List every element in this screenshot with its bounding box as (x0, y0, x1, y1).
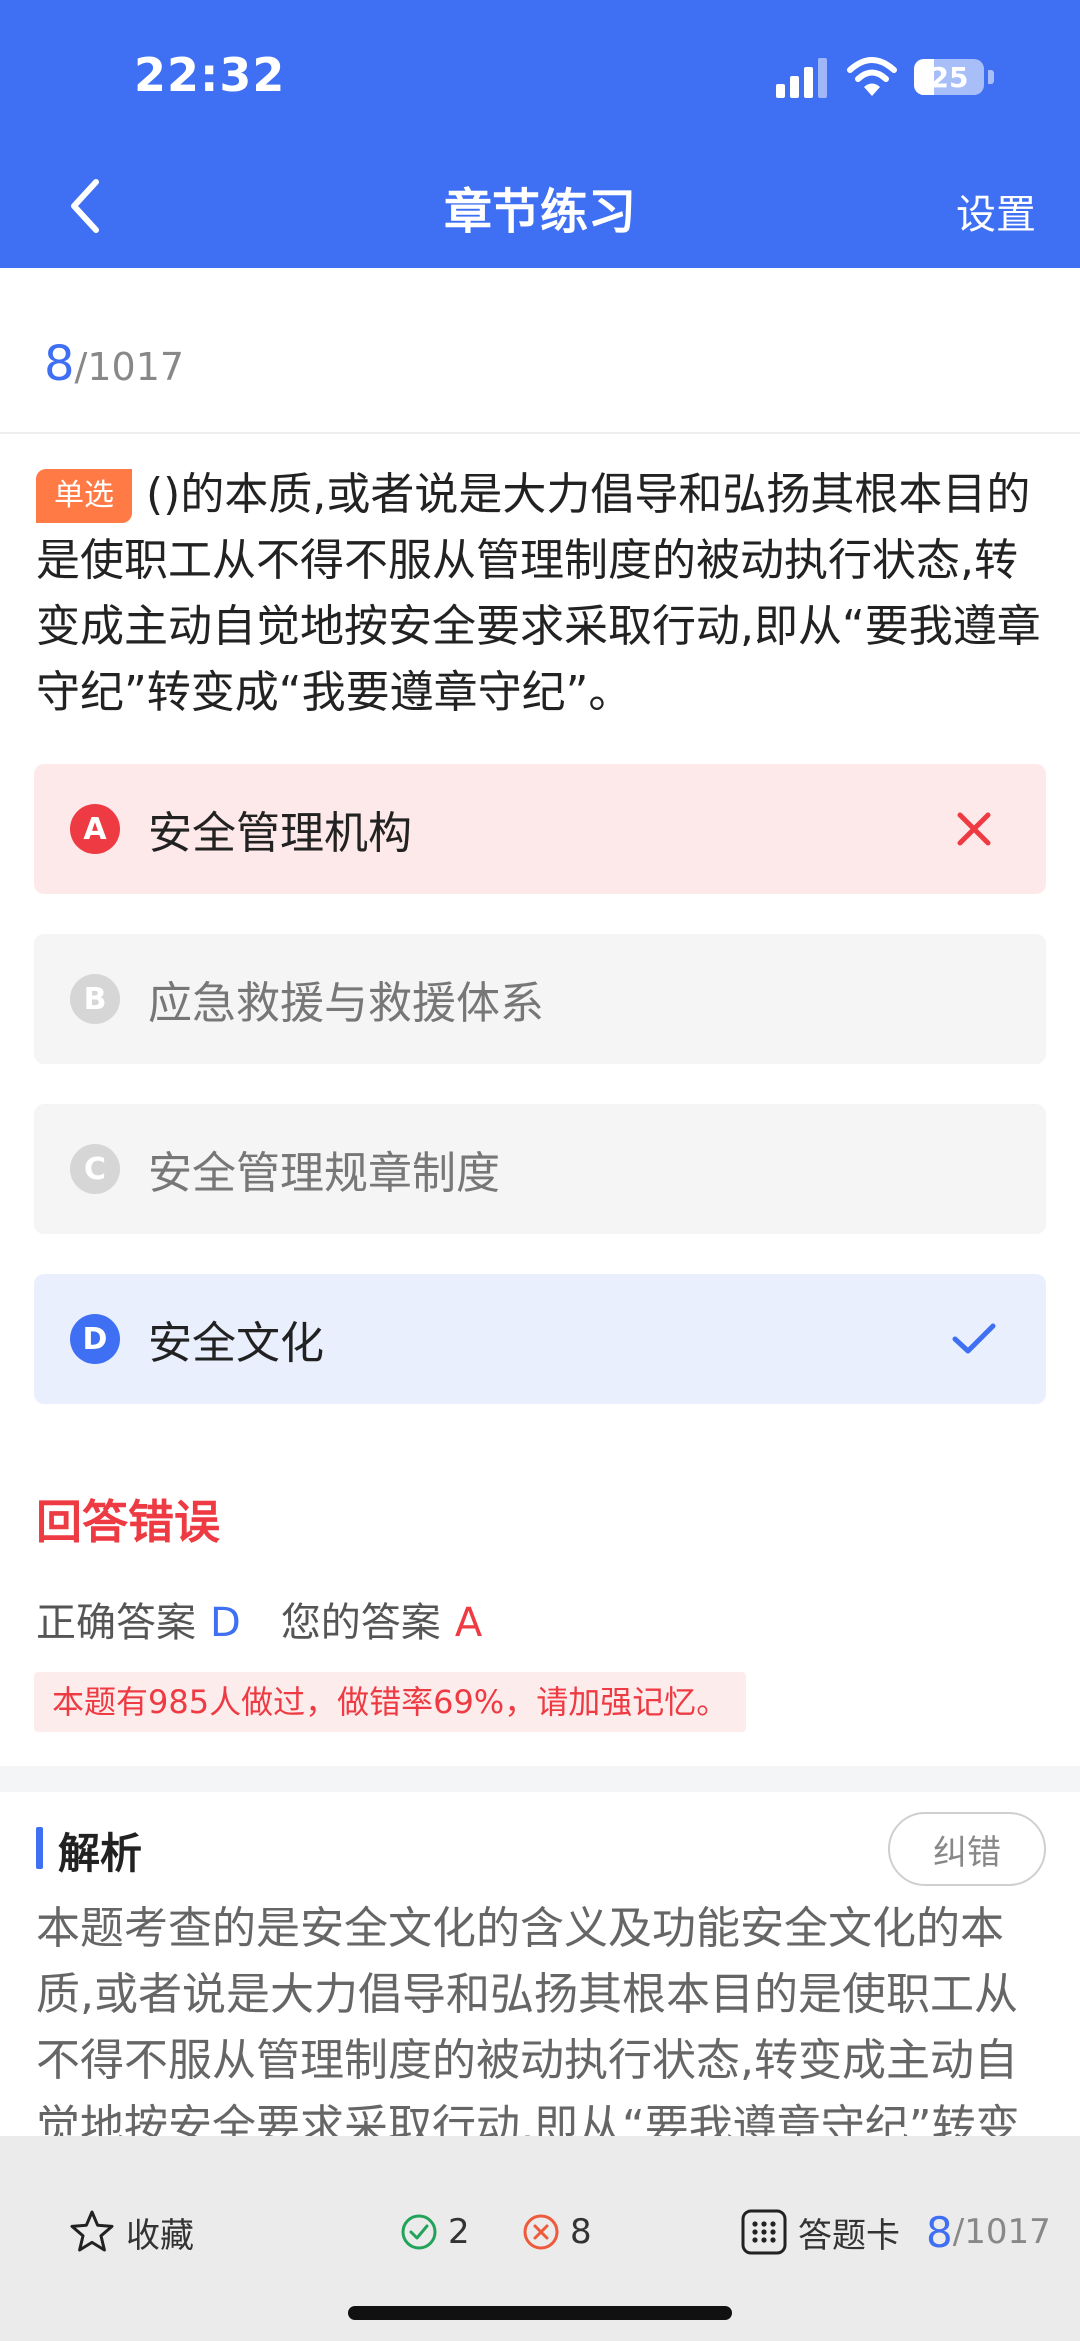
error-rate-note: 本题有985人做过，做错率69%，请加强记忆。 (34, 1672, 747, 1732)
wrong-count-value: 8 (570, 2212, 592, 2252)
option-label: 安全管理机构 (148, 808, 412, 859)
x-circle-icon (523, 2214, 559, 2250)
battery-icon: 25 (914, 59, 984, 95)
option-d[interactable]: D 安全文化 (34, 1274, 1046, 1404)
bottom-progress: 8/1017 (926, 2202, 1051, 2262)
star-icon (70, 2210, 114, 2252)
battery-cap (988, 70, 994, 84)
correct-answer-label: 正确答案 (36, 1600, 196, 1646)
right-count: 2 (400, 2202, 470, 2262)
battery-percent: 25 (929, 60, 969, 94)
divider (0, 432, 1080, 434)
status-time: 22:32 (134, 48, 286, 102)
wrong-x-icon (944, 799, 1004, 859)
report-error-button[interactable]: 纠错 (888, 1812, 1046, 1886)
wrong-count: 8 (522, 2202, 592, 2262)
right-count-value: 2 (448, 2212, 470, 2252)
correct-answer-value: D (210, 1600, 241, 1646)
option-letter: C (70, 1144, 120, 1194)
option-letter: B (70, 974, 120, 1024)
answer-card-button[interactable]: 答题卡 (740, 2202, 900, 2262)
section-divider (0, 1766, 1080, 1792)
grid-icon (741, 2209, 787, 2255)
check-icon (944, 1309, 1004, 1369)
result-title: 回答错误 (36, 1495, 220, 1549)
option-c[interactable]: C 安全管理规章制度 (34, 1104, 1046, 1234)
question-text: ()的本质,或者说是大力倡导和弘扬其根本目的是使职工从不得不服从管理制度的被动执… (36, 469, 1041, 718)
option-label: 安全管理规章制度 (148, 1148, 500, 1199)
question-progress: 8/1017 (44, 336, 184, 392)
option-a[interactable]: A 安全管理机构 (34, 764, 1046, 894)
option-b[interactable]: B 应急救援与救援体系 (34, 934, 1046, 1064)
option-label: 应急救援与救援体系 (148, 978, 544, 1029)
option-label: 安全文化 (148, 1318, 324, 1369)
answer-card-label: 答题卡 (798, 2215, 900, 2256)
settings-button[interactable]: 设置 (956, 182, 1036, 240)
signal-icon (776, 58, 827, 98)
favorite-button[interactable]: 收藏 (68, 2202, 194, 2262)
analysis-accent-bar (36, 1827, 43, 1869)
progress-total: /1017 (74, 345, 185, 389)
page-title: 章节练习 (443, 184, 636, 240)
question-text-block: 单选 ()的本质,或者说是大力倡导和弘扬其根本目的是使职工从不得不服从管理制度的被… (36, 462, 1046, 726)
question-type-badge: 单选 (36, 469, 132, 523)
check-circle-icon (401, 2214, 437, 2250)
bottom-progress-total: /1017 (952, 2212, 1051, 2252)
analysis-title: 解析 (58, 1829, 143, 1878)
answer-summary: 正确答案 D 您的答案 A (36, 1590, 482, 1648)
header: 22:32 25 章节练习 设置 (0, 0, 1080, 268)
app-screen: 22:32 25 章节练习 设置 8/1017 单选 ()的本质,或者说是大力倡… (0, 0, 1080, 2341)
home-indicator[interactable] (348, 2306, 732, 2320)
analysis-text: 本题考查的是安全文化的含义及功能安全文化的本质,或者说是大力倡导和弘扬其根本目的… (36, 1903, 1020, 2136)
option-letter: D (70, 1314, 120, 1364)
option-letter: A (70, 804, 120, 854)
favorite-label: 收藏 (126, 2215, 194, 2256)
my-answer-label: 您的答案 (280, 1600, 441, 1646)
bottom-progress-current: 8 (926, 2207, 953, 2257)
progress-current: 8 (44, 336, 75, 392)
my-answer-value: A (454, 1600, 483, 1646)
wifi-icon (847, 57, 897, 96)
